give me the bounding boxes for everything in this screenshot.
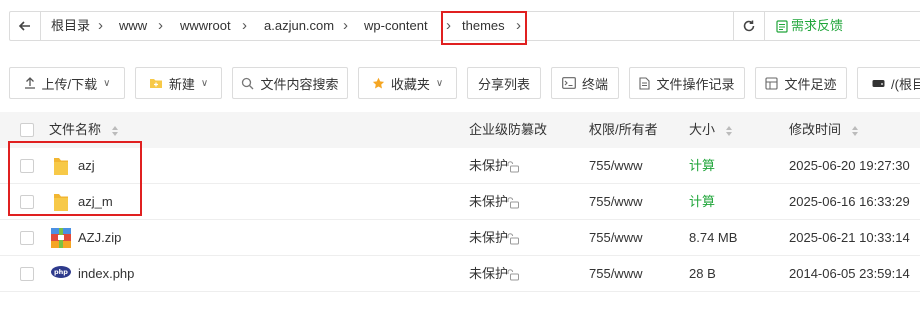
lock-icon[interactable]: [507, 232, 519, 245]
chevron-down-icon: ∨: [103, 77, 111, 89]
upload-download-button[interactable]: 上传/下载 ∨: [9, 67, 125, 99]
terminal-label: 终端: [581, 76, 608, 92]
svg-text:php: php: [54, 268, 68, 276]
file-content-search-button[interactable]: 文件内容搜索: [232, 67, 348, 99]
chevron-down-icon: ∨: [435, 77, 444, 89]
star-icon: [372, 77, 384, 88]
share-list-label: 分享列表: [477, 76, 530, 92]
feedback-label: 需求反馈: [791, 18, 844, 33]
column-header-name-label: 文件名称: [49, 122, 102, 137]
sort-icon: [111, 125, 118, 136]
refresh-icon: [743, 20, 755, 32]
permission-value[interactable]: 755/www: [589, 184, 642, 220]
chevron-right-icon: ›: [343, 17, 348, 34]
share-list-button[interactable]: 分享列表: [467, 67, 541, 99]
protection-status[interactable]: 未保护: [469, 184, 508, 220]
lock-icon[interactable]: [507, 196, 519, 209]
breadcrumb-item-domain[interactable]: a.azjun.com: [264, 11, 334, 41]
permission-value[interactable]: 755/www: [589, 256, 642, 292]
chevron-right-icon: ›: [98, 17, 103, 34]
file-content-search-label: 文件内容搜索: [260, 76, 339, 92]
sort-icon: [725, 125, 732, 136]
column-header-size-label: 大小: [689, 122, 716, 137]
column-header-mtime-label: 修改时间: [789, 122, 842, 137]
feedback-link[interactable]: 需求反馈: [776, 11, 843, 41]
feedback-icon: [776, 19, 788, 33]
protection-status[interactable]: 未保护: [469, 256, 508, 292]
protection-status[interactable]: 未保护: [469, 148, 508, 184]
disk-button[interactable]: /(根目: [857, 67, 920, 99]
permission-value[interactable]: 755/www: [589, 148, 642, 184]
column-header-mtime[interactable]: 修改时间: [789, 112, 859, 148]
select-all-checkbox[interactable]: [20, 123, 34, 137]
highlight-box-themes: [441, 11, 527, 45]
permission-value[interactable]: 755/www: [589, 220, 642, 256]
file-size: 28 B: [689, 266, 716, 281]
file-footprint-label: 文件足迹: [784, 76, 837, 92]
column-header-permission: 权限/所有者: [589, 122, 658, 137]
file-operation-log-label: 文件操作记录: [656, 76, 735, 92]
breadcrumb-item-www[interactable]: www: [119, 11, 147, 41]
new-label: 新建: [168, 76, 195, 92]
disk-icon: [872, 80, 885, 87]
file-operation-log-button[interactable]: 文件操作记录: [629, 67, 745, 99]
lock-icon[interactable]: [507, 268, 519, 281]
new-folder-icon: [149, 79, 162, 88]
table-row[interactable]: [0, 220, 920, 256]
breadcrumb-item-root[interactable]: 根目录: [51, 11, 90, 41]
terminal-icon: [562, 77, 576, 89]
favorites-button[interactable]: 收藏夹 ∨: [358, 67, 457, 99]
row-checkbox[interactable]: [20, 231, 34, 245]
zip-archive-icon: [51, 228, 71, 248]
chevron-right-icon: ›: [158, 17, 163, 34]
sort-icon: [851, 125, 858, 136]
file-size: 8.74 MB: [689, 230, 738, 245]
php-file-icon: php: [51, 266, 71, 278]
file-name[interactable]: index.php: [78, 256, 134, 292]
modified-time: 2014-06-05 23:59:14: [789, 266, 910, 281]
column-header-size[interactable]: 大小: [689, 112, 733, 148]
file-name[interactable]: AZJ.zip: [78, 220, 121, 256]
refresh-button[interactable]: [733, 11, 765, 41]
highlight-box-folders: [8, 141, 142, 216]
breadcrumb-item-wwwroot[interactable]: wwwroot: [180, 11, 231, 41]
row-checkbox[interactable]: [20, 267, 34, 281]
upload-icon: [24, 77, 35, 89]
column-header-protection: 企业级防篡改: [469, 122, 548, 137]
arrow-left-icon: [18, 21, 30, 31]
protection-status[interactable]: 未保护: [469, 220, 508, 256]
upload-download-label: 上传/下载: [41, 76, 98, 92]
file-footprint-button[interactable]: 文件足迹: [755, 67, 847, 99]
document-icon: [639, 76, 651, 90]
search-icon: [242, 77, 254, 89]
breadcrumb-item-wp-content[interactable]: wp-content: [364, 11, 428, 41]
lock-icon[interactable]: [507, 160, 519, 173]
chevron-down-icon: ∨: [200, 77, 209, 89]
footprint-icon: [765, 76, 779, 90]
terminal-button[interactable]: 终端: [551, 67, 619, 99]
calculate-size-link[interactable]: 计算: [689, 148, 715, 184]
disk-label: /(根目: [891, 76, 920, 92]
calculate-size-link[interactable]: 计算: [689, 184, 715, 220]
modified-time: 2025-06-20 19:27:30: [789, 158, 910, 173]
table-row[interactable]: [0, 256, 920, 292]
modified-time: 2025-06-21 10:33:14: [789, 230, 910, 245]
back-button[interactable]: [9, 11, 41, 41]
modified-time: 2025-06-16 16:33:29: [789, 194, 910, 209]
favorites-label: 收藏夹: [390, 76, 430, 92]
new-button[interactable]: 新建 ∨: [135, 67, 222, 99]
chevron-right-icon: ›: [242, 17, 247, 34]
